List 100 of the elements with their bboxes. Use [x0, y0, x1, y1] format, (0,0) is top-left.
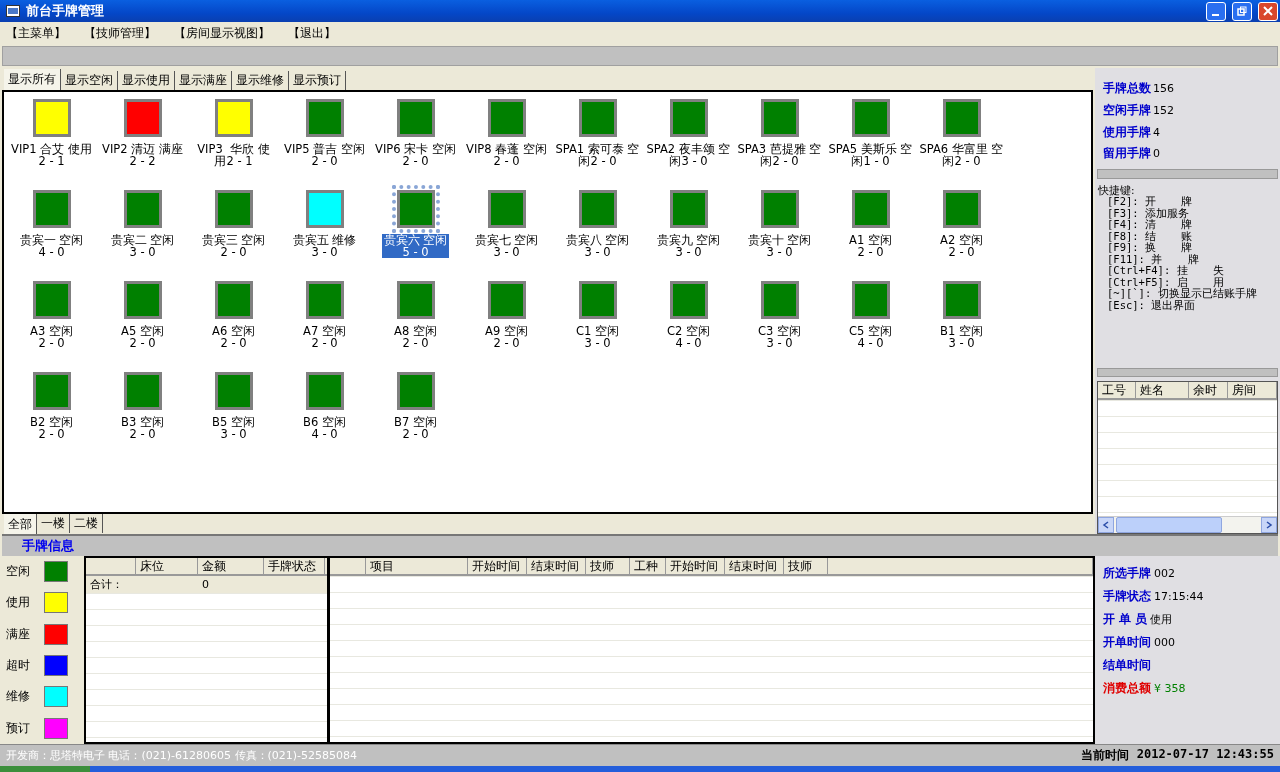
room-tile[interactable]	[578, 99, 617, 137]
room-label: B3 空闲 2 - 0	[120, 416, 165, 440]
column-header[interactable]: 金额	[198, 558, 264, 575]
column-header[interactable]: 姓名	[1136, 382, 1189, 400]
room-label: A5 空闲 2 - 0	[120, 325, 165, 349]
room-label: SPA3 芭提雅 空 闲2 - 0	[736, 143, 823, 167]
room-tile[interactable]	[942, 281, 981, 319]
column-header[interactable]: 工号	[1098, 382, 1136, 400]
room-tile[interactable]	[32, 372, 71, 410]
room-tile[interactable]	[32, 190, 71, 228]
room-tile[interactable]	[669, 281, 708, 319]
room-label: 贵宾十 空闲 3 - 0	[746, 234, 813, 258]
room-label: SPA1 索可泰 空 闲2 - 0	[554, 143, 641, 167]
room-tile[interactable]	[123, 372, 162, 410]
room-label: C3 空闲 3 - 0	[757, 325, 802, 349]
window-icon	[6, 5, 20, 17]
room-tile[interactable]	[123, 190, 162, 228]
room-tile[interactable]	[396, 372, 435, 410]
room-label: SPA2 夜丰颂 空 闲3 - 0	[645, 143, 732, 167]
room-label: B6 空闲 4 - 0	[302, 416, 347, 440]
minimize-button[interactable]	[1206, 1, 1226, 21]
menu-item[interactable]: 【房间显示视图】	[174, 24, 270, 42]
menu-item[interactable]: 【退出】	[288, 24, 336, 42]
room-label: B1 空闲 3 - 0	[939, 325, 984, 349]
room-tile[interactable]	[760, 99, 799, 137]
legend-label: 维修	[6, 688, 30, 706]
room-label: SPA6 华富里 空 闲2 - 0	[918, 143, 1005, 167]
room-tile[interactable]	[942, 190, 981, 228]
room-tile[interactable]	[578, 281, 617, 319]
column-header[interactable]: 开始时间	[666, 558, 725, 575]
shortcut-line: [F11]: 并 牌	[1106, 253, 1200, 265]
room-label: 贵宾八 空闲 3 - 0	[564, 234, 631, 258]
room-tile[interactable]	[760, 281, 799, 319]
room-label: 贵宾七 空闲 3 - 0	[473, 234, 540, 258]
column-header[interactable]: 开始时间	[468, 558, 527, 575]
column-header[interactable]: 技师	[586, 558, 630, 575]
room-tile[interactable]	[760, 190, 799, 228]
room-tile[interactable]	[214, 99, 253, 137]
room-label: A3 空闲 2 - 0	[29, 325, 74, 349]
shortcut-line: [Ctrl+F5]: 启 用	[1106, 276, 1224, 288]
column-header[interactable]: 房间	[1228, 382, 1277, 400]
time-label: 当前时间	[1080, 747, 1129, 764]
detail-label: 手牌状态	[1103, 588, 1151, 605]
detail-label: 开单时间	[1103, 634, 1151, 651]
legend-label: 使用	[6, 594, 30, 612]
menu-item[interactable]: 【主菜单】	[6, 24, 66, 42]
room-tile[interactable]	[396, 99, 435, 137]
stat-value: 156	[1153, 82, 1174, 96]
room-tile[interactable]	[851, 190, 890, 228]
close-button[interactable]	[1258, 1, 1278, 21]
legend-label: 满座	[6, 625, 30, 643]
menu-item[interactable]: 【技师管理】	[84, 24, 156, 42]
stat-label: 留用手牌	[1103, 145, 1151, 163]
room-tile[interactable]	[123, 99, 162, 137]
column-header[interactable]: 工种	[630, 558, 666, 575]
room-tile[interactable]	[487, 190, 526, 228]
room-tile[interactable]	[214, 372, 253, 410]
room-tile[interactable]	[578, 190, 617, 228]
column-header[interactable]: 结束时间	[725, 558, 784, 575]
room-tile[interactable]	[669, 99, 708, 137]
room-tile[interactable]	[123, 281, 162, 319]
column-header[interactable]: 项目	[366, 558, 468, 575]
column-header[interactable]: 结束时间	[527, 558, 586, 575]
column-header[interactable]: 余时	[1189, 382, 1228, 400]
room-tile[interactable]	[487, 99, 526, 137]
maximize-button[interactable]	[1232, 1, 1252, 21]
room-tile[interactable]	[487, 281, 526, 319]
detail-label: 消费总额	[1103, 680, 1151, 697]
room-label: A7 空闲 2 - 0	[302, 325, 347, 349]
room-label: VIP1 合艾 使用 2 - 1	[10, 143, 93, 167]
room-label: A9 空闲 2 - 0	[484, 325, 529, 349]
room-tile[interactable]	[851, 281, 890, 319]
room-tile[interactable]	[32, 99, 71, 137]
room-tile[interactable]	[669, 190, 708, 228]
column-header[interactable]: 手牌状态	[264, 558, 325, 575]
room-tile[interactable]	[214, 190, 253, 228]
room-tile[interactable]	[396, 281, 435, 319]
restore-icon	[1237, 6, 1247, 16]
shortcuts-title: 快捷键:	[1098, 184, 1136, 196]
column-header[interactable]: 床位	[136, 558, 198, 575]
column-header[interactable]: 技师	[784, 558, 828, 575]
stat-label: 手牌总数	[1103, 80, 1151, 98]
room-label: 贵宾五 维修 3 - 0	[291, 234, 358, 258]
room-tile[interactable]	[305, 99, 344, 137]
room-tile[interactable]	[305, 190, 344, 228]
filter-tab[interactable]: 显示所有	[4, 69, 61, 90]
room-tile[interactable]	[942, 99, 981, 137]
floor-tab[interactable]: 全部	[4, 514, 37, 535]
room-tile[interactable]	[851, 99, 890, 137]
detail-label: 结单时间	[1103, 657, 1151, 674]
section-title: 手牌信息	[22, 537, 74, 555]
room-tile[interactable]	[305, 281, 344, 319]
room-label: 贵宾一 空闲 4 - 0	[18, 234, 85, 258]
room-label: B7 空闲 2 - 0	[393, 416, 438, 440]
horizontal-scrollbar[interactable]	[1098, 516, 1277, 534]
room-tile[interactable]	[214, 281, 253, 319]
room-tile[interactable]	[32, 281, 71, 319]
room-tile[interactable]	[305, 372, 344, 410]
stat-value: 0	[1153, 147, 1160, 161]
room-label: VIP2 清迈 满座 2 - 2	[101, 143, 184, 167]
